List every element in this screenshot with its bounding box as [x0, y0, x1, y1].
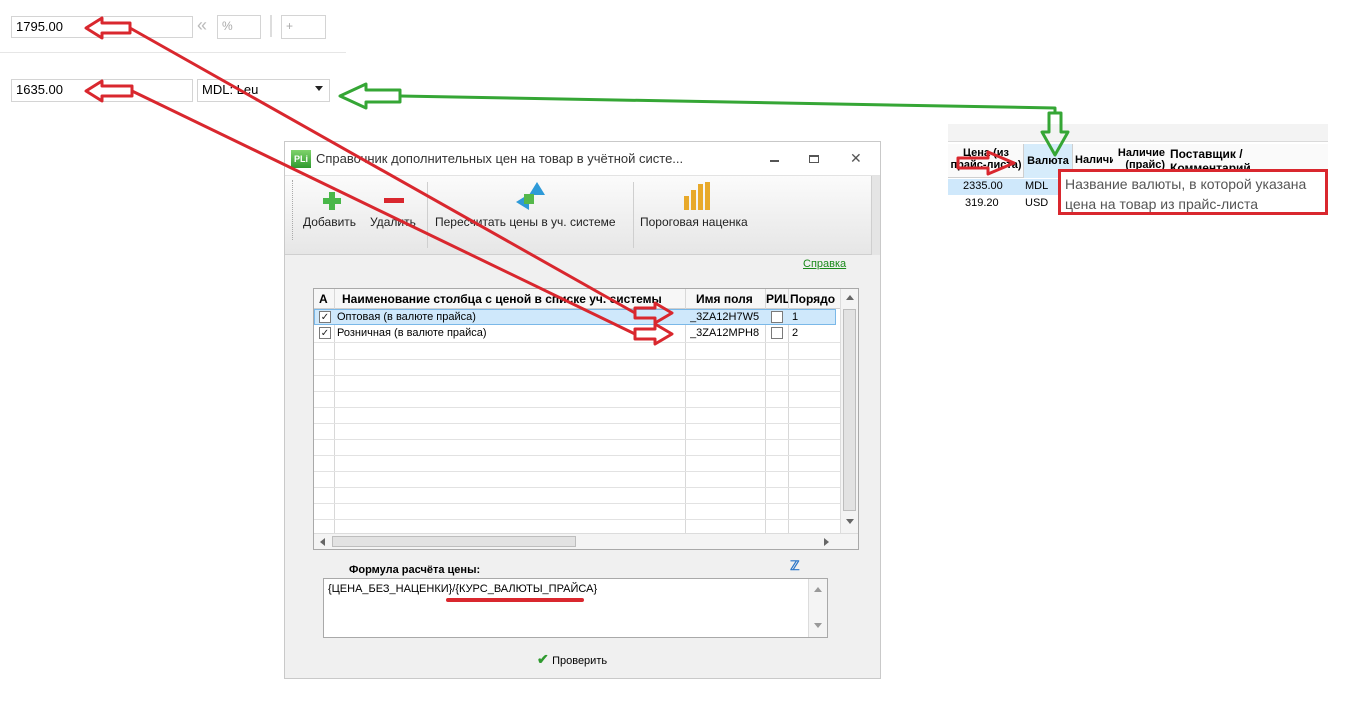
ribbon-grip — [292, 180, 294, 240]
row-name: Оптовая (в валюте прайса) — [337, 311, 476, 323]
form-separator — [0, 52, 346, 53]
fragment-row[interactable]: 2335.00 MDL — [948, 179, 1058, 195]
check-button-label: Проверить — [552, 655, 608, 667]
fragment-top-strip — [948, 124, 1328, 142]
row-ric-checkbox[interactable] — [771, 311, 783, 323]
grid-line — [314, 487, 840, 488]
threshold-markup-label: Пороговая наценка — [640, 215, 748, 229]
grid-line — [314, 503, 840, 504]
col-header-field[interactable]: Имя поля — [696, 292, 753, 306]
fragment-currency: MDL — [1025, 180, 1049, 192]
grid-line — [314, 455, 840, 456]
row-field: _3ZA12H7W5 — [690, 311, 760, 323]
formula-text: {ЦЕНА_БЕЗ_НАЦЕНКИ}/{КУРС_ВАЛЮТЫ_ПРАЙСА} — [328, 583, 598, 595]
fragment-row[interactable]: 319.20 USD — [948, 196, 1058, 212]
price-input-1[interactable]: 1795.00 — [11, 16, 193, 38]
plus-input[interactable]: + — [281, 15, 326, 39]
dialog-titlebar: PLi Справочник дополнительных цен на тов… — [285, 142, 880, 176]
grid-line — [314, 439, 840, 440]
ribbon-separator — [427, 182, 428, 248]
scroll-left-icon[interactable] — [320, 538, 325, 546]
check-button[interactable]: ✔ Проверить — [537, 651, 607, 667]
formula-textarea[interactable]: {ЦЕНА_БЕЗ_НАЦЕНКИ}/{КУРС_ВАЛЮТЫ_ПРАЙСА} — [323, 578, 828, 638]
h-scroll-thumb[interactable] — [332, 536, 576, 547]
chevron-down-icon[interactable] — [315, 86, 323, 91]
row-order: 1 — [792, 311, 799, 323]
ribbon-scroll-icon[interactable] — [871, 176, 880, 255]
col-header-name[interactable]: Наименование столбца с ценой в списке уч… — [342, 292, 687, 306]
threshold-markup-button[interactable]: Пороговая наценка — [638, 182, 762, 242]
add-button[interactable]: Добавить — [301, 182, 361, 242]
recalc-button-label: Пересчитать цены в уч. системе — [435, 215, 616, 229]
recalc-button[interactable]: Пересчитать цены в уч. системе — [433, 182, 627, 242]
scroll-up-icon[interactable] — [846, 295, 854, 300]
col-avail-header[interactable]: Наличи — [1075, 154, 1113, 166]
fragment-price: 319.20 — [965, 197, 999, 209]
col-avail-pricelist-header[interactable]: Наличие (прайс) — [1113, 147, 1165, 171]
col-header-ric[interactable]: РИЦ — [766, 292, 788, 306]
help-link[interactable]: Справка — [803, 258, 846, 270]
maximize-icon[interactable] — [809, 155, 819, 163]
scroll-up-icon[interactable] — [814, 587, 822, 592]
green-connector-line — [399, 94, 1057, 113]
col-header-order[interactable]: Порядо — [790, 292, 840, 306]
variables-icon[interactable]: ℤ — [790, 558, 800, 574]
grid-header: A Наименование столбца с ценой в списке … — [314, 289, 840, 309]
add-button-label: Добавить — [303, 215, 357, 229]
minus-icon — [384, 198, 404, 203]
fragment-price: 2335.00 — [963, 180, 1003, 192]
grid-line — [314, 423, 840, 424]
grid-line — [314, 342, 840, 343]
currency-tooltip-callout: Название валюты, в которой указана цена … — [1058, 169, 1328, 215]
toolbar-ribbon: Добавить Удалить Пересчитать цены в уч. … — [285, 176, 880, 255]
formula-scrollbar[interactable] — [808, 579, 827, 637]
currency-select-value: MDL: Leu — [202, 82, 259, 97]
row-active-checkbox[interactable]: ✓ — [319, 327, 331, 339]
row-field: _3ZA12MPH8 — [690, 327, 760, 339]
fragment-currency: USD — [1025, 197, 1049, 209]
close-icon[interactable]: ✕ — [850, 150, 862, 167]
scroll-down-icon[interactable] — [814, 623, 822, 628]
delete-button[interactable]: Удалить — [367, 182, 427, 242]
grid-line — [314, 391, 840, 392]
table-row[interactable]: ✓ Оптовая (в валюте прайса) _3ZA12H7W5 1 — [314, 309, 836, 325]
green-left-arrow — [338, 82, 402, 110]
scroll-down-icon[interactable] — [846, 519, 854, 524]
currency-select[interactable]: MDL: Leu — [197, 79, 330, 102]
minimize-icon[interactable] — [767, 150, 781, 162]
grid-line — [314, 407, 840, 408]
grid-line — [314, 471, 840, 472]
checkmark-icon: ✔ — [537, 651, 549, 667]
price-columns-grid: A Наименование столбца с ценой в списке … — [313, 288, 859, 550]
ribbon-separator-2 — [633, 182, 634, 248]
plus-icon — [323, 192, 341, 210]
col-price-header[interactable]: Цена (из прайс-листа) — [950, 147, 1022, 171]
price-input-2[interactable]: 1635.00 — [11, 79, 193, 102]
scroll-thumb[interactable] — [843, 309, 856, 511]
col-header-active[interactable]: A — [319, 292, 328, 306]
grid-line — [314, 519, 840, 520]
row-name: Розничная (в валюте прайса) — [337, 327, 487, 339]
recalc-arrows-icon — [516, 182, 545, 210]
percent-input[interactable]: % — [217, 15, 261, 39]
table-row[interactable]: ✓ Розничная (в валюте прайса) _3ZA12MPH8… — [314, 326, 836, 342]
grid-line — [314, 375, 840, 376]
grid-line — [314, 359, 840, 360]
bar-chart-coins-icon — [684, 182, 712, 210]
row-active-checkbox[interactable]: ✓ — [319, 311, 331, 323]
formula-label: Формула расчёта цены: — [349, 564, 481, 576]
grid-vertical-scrollbar[interactable] — [840, 289, 858, 533]
row-order: 2 — [792, 327, 799, 339]
scroll-right-icon[interactable] — [824, 538, 829, 546]
price-reference-dialog: PLi Справочник дополнительных цен на тов… — [284, 141, 881, 679]
grid-horizontal-scrollbar[interactable] — [314, 533, 858, 549]
app-logo-icon: PLi — [291, 150, 311, 168]
double-arrow-icon[interactable]: « — [197, 15, 207, 36]
row-ric-checkbox[interactable] — [771, 327, 783, 339]
field-divider — [270, 15, 272, 37]
delete-button-label: Удалить — [370, 215, 416, 229]
dialog-title: Справочник дополнительных цен на товар в… — [316, 151, 684, 166]
